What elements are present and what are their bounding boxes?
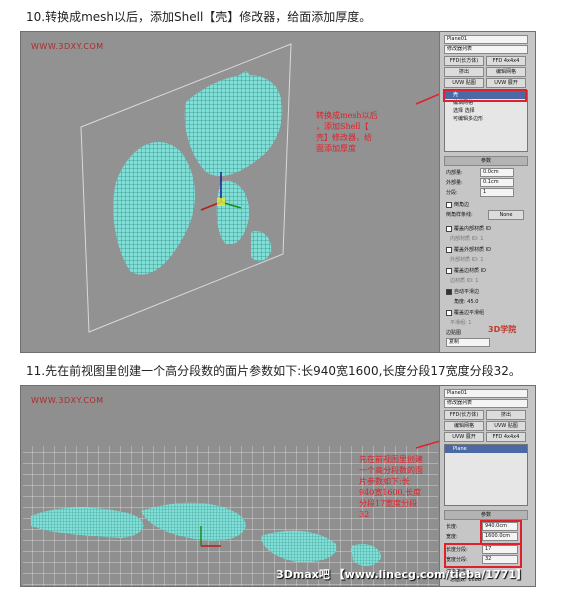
opt-bevel-edges[interactable]: 倒角边 [446,201,469,208]
stack-item-editable-poly[interactable]: 可编辑多边形 [445,115,527,123]
edge-mapping-label: 边贴图 [446,330,462,336]
param-width-label: 宽度: [446,534,458,540]
opt-smooth-group: 平滑组: 1 [450,320,472,326]
object-name-field[interactable]: Plane01 [444,35,528,44]
opt-override-outer[interactable]: 覆盖外部材质 ID [446,246,491,253]
opt-bevel-spline: 倒角样条线: [446,212,473,218]
stack-item-select[interactable]: 选择 选择 [445,107,527,115]
param-inner-label: 内部量: [446,170,463,176]
extrude-button-2[interactable]: 挤出 [486,410,526,420]
opt-auto-smooth[interactable]: 自动平滑边 [446,288,479,295]
param-outer-field[interactable]: 0.1cm [480,178,514,187]
param-segments-field[interactable]: 1 [480,188,514,197]
param-outer-label: 外部量: [446,180,463,186]
object-name-field-2[interactable]: Plane01 [444,389,528,398]
opt-edge-id: 边材质 ID: 1 [450,278,479,284]
modifier-list-dropdown-2[interactable]: 修改器列表 [444,399,528,408]
edit-mesh-button[interactable]: 编辑网格 [486,67,526,77]
opt-override-inner[interactable]: 覆盖内部材质 ID [446,225,491,232]
ffd444-button-2[interactable]: FFD 4x4x4 [486,432,526,442]
opt-angle[interactable]: 角度: 45.0 [454,298,478,305]
site-logo: 3D学院 [488,325,517,334]
ffd-box-button-2[interactable]: FFD(长方体) [444,410,484,420]
step10-title: 10.转换成mesh以后，添加Shell【壳】修改器，给面添加厚度。 [26,10,372,24]
param-inner-field[interactable]: 0.0cm [480,168,514,177]
extrude-button[interactable]: 挤出 [444,67,484,77]
step11-screenshot: WWW.3DXY.COM 先在前视图里创建 一个高分段数的面 片参数如下:长 9… [20,385,536,587]
params-rollout[interactable]: 参数 [444,156,528,166]
stack-highlight-box [443,89,527,102]
uvw-unwrap-button[interactable]: UVW 展开 [486,78,526,88]
modifier-stack-2[interactable]: Plane [444,444,528,506]
modify-command-panel-2: Plane01 修改器列表 FFD(长方体) 挤出 编辑网格 UVW 贴图 UV… [439,386,535,586]
param-segments-label: 分段: [446,190,458,196]
opt-outer-id: 外部材质 ID: 1 [450,257,484,263]
step11-title: 11.先在前视图里创建一个高分段数的面片参数如下:长940宽1600,长度分段1… [26,364,521,378]
front-viewport[interactable]: WWW.3DXY.COM 先在前视图里创建 一个高分段数的面 片参数如下:长 9… [21,386,440,586]
params-rollout-2[interactable]: 参数 [444,510,528,520]
uvw-unwrap-button-2[interactable]: UVW 展开 [444,432,484,442]
uvw-map-button-2[interactable]: UVW 贴图 [486,421,526,431]
annotation-arrow [415,93,440,105]
ffd444-button[interactable]: FFD 4x4x4 [486,56,526,66]
opt-override-edge[interactable]: 覆盖边材质 ID [446,267,486,274]
edit-mesh-button-2[interactable]: 编辑网格 [444,421,484,431]
uvw-map-button[interactable]: UVW 贴图 [444,78,484,88]
segments-highlight-box [444,543,522,568]
stack-item-plane[interactable]: Plane [445,445,527,453]
perspective-viewport[interactable]: WWW.3DXY.COM 转换成mesh以后 ，添加Shell【 壳】修改器，给… [21,32,440,352]
size-highlight-box [480,520,522,545]
param-length-label: 长度: [446,524,458,530]
edge-mapping-dropdown[interactable]: 复制 [446,338,490,347]
opt-inner-id: 内部材质 ID: 1 [450,236,484,242]
ffd-box-button[interactable]: FFD(长方体) [444,56,484,66]
modifier-list-dropdown[interactable]: 修改器列表 [444,45,528,54]
annotation-arrow-2 [415,440,440,449]
modify-command-panel: Plane01 修改器列表 FFD(长方体) FFD 4x4x4 挤出 编辑网格… [439,32,535,352]
step10-screenshot: WWW.3DXY.COM 转换成mesh以后 ，添加Shell【 壳】修改器，给… [20,31,536,353]
opt-override-smooth[interactable]: 覆盖边平滑组 [446,309,484,316]
bevel-spline-button[interactable]: None [488,210,524,220]
footer-watermark: 3Dmax吧 【www.linecg.com/tieba/1771】 [276,568,527,581]
